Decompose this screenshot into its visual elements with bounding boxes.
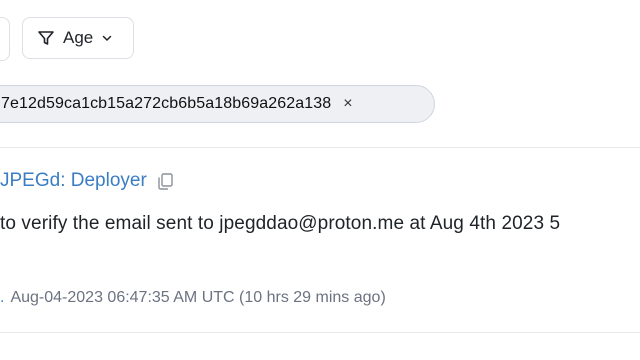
age-filter-button[interactable]: Age — [22, 17, 134, 59]
chevron-down-icon — [101, 32, 113, 44]
entry-meta: . Aug-04-2023 06:47:35 AM UTC (10 hrs 29… — [0, 289, 386, 307]
message-text: to verify the email sent to jpegddao@pro… — [0, 213, 561, 234]
address-chip-text: 7e12d59ca1cb15a272cb6b5a18b69a262a138 — [1, 95, 332, 112]
entry-header: JPEGd: Deployer — [0, 170, 175, 192]
address-filter-chip: 7e12d59ca1cb15a272cb6b5a18b69a262a138 × — [0, 85, 435, 123]
meta-prefix: . — [0, 289, 5, 306]
close-icon[interactable]: × — [343, 95, 352, 113]
divider — [0, 332, 640, 333]
timestamp: Aug-04-2023 06:47:35 AM UTC (10 hrs 29 m… — [10, 289, 386, 306]
age-filter-label: Age — [63, 28, 94, 47]
filter-icon — [37, 29, 55, 47]
previous-filter-button[interactable] — [0, 17, 10, 61]
divider — [0, 147, 640, 148]
deployer-link[interactable]: JPEGd: Deployer — [0, 170, 147, 192]
copy-icon[interactable] — [155, 171, 175, 191]
